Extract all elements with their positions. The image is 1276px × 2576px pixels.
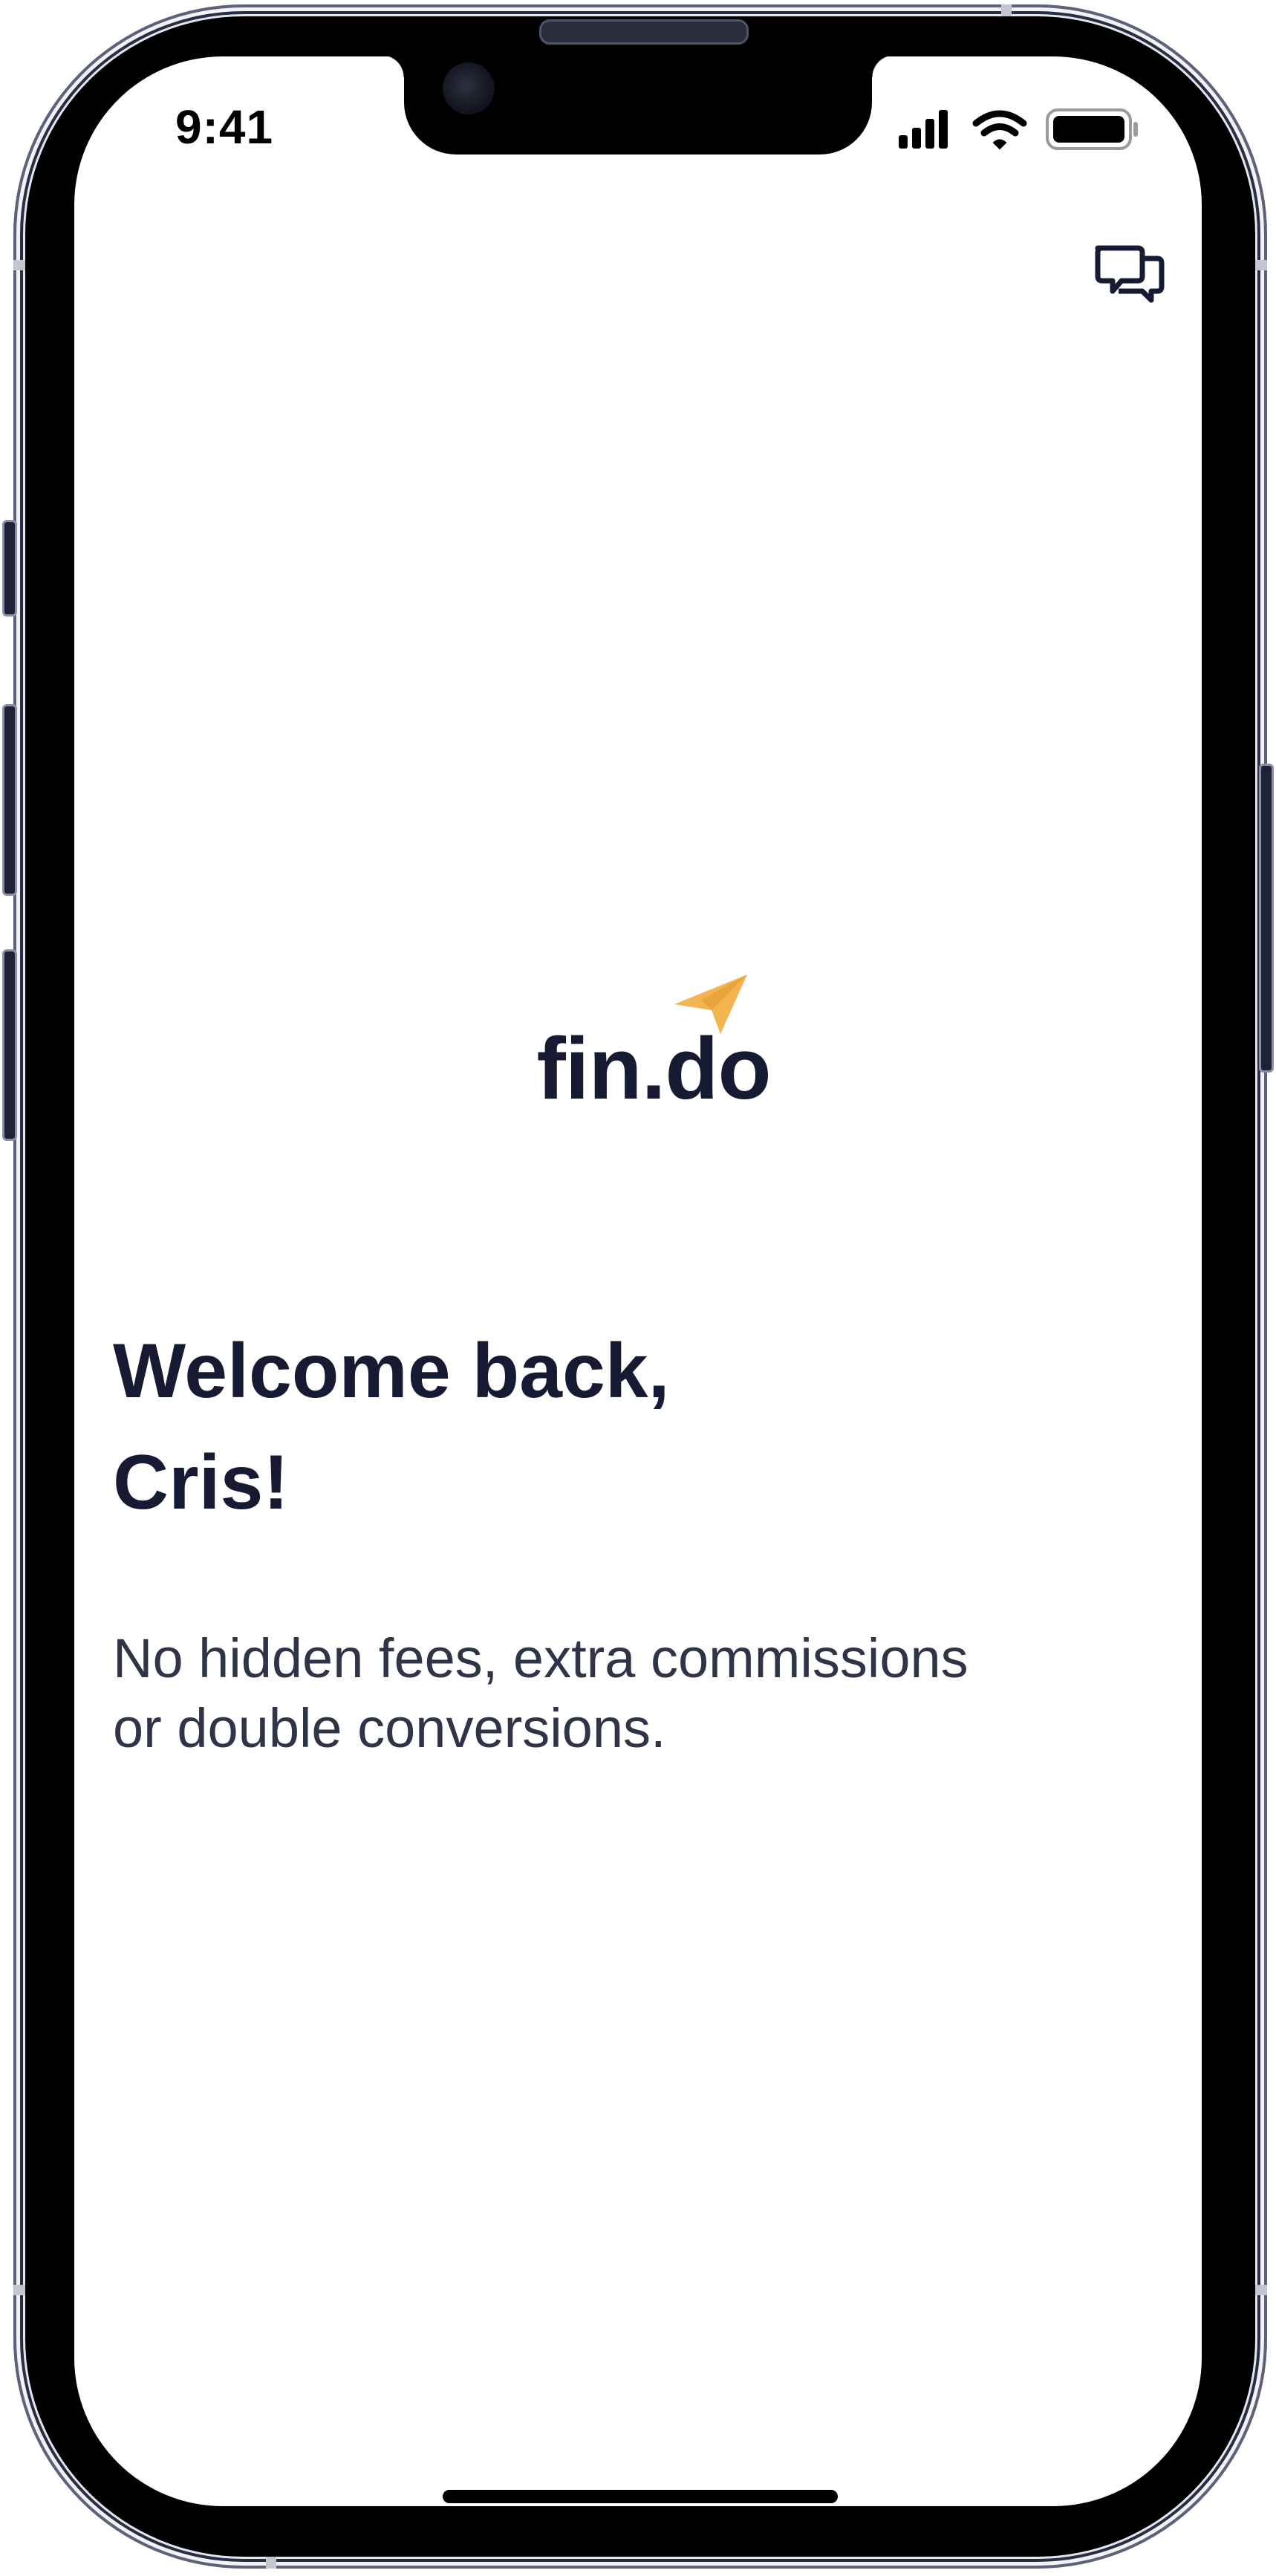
wifi-icon	[972, 110, 1027, 150]
front-camera	[443, 62, 495, 114]
logo-wordmark: fin.do	[536, 1020, 771, 1118]
antenna-band	[1254, 2285, 1267, 2295]
status-time: 9:41	[175, 100, 274, 154]
earpiece-speaker	[539, 19, 749, 45]
app-screen: 9:41 fin.do Welcome back, Cris! No hidde…	[74, 56, 1202, 2506]
app-logo: fin.do	[520, 970, 787, 1119]
home-indicator[interactable]	[443, 2490, 838, 2503]
action-button	[2, 520, 17, 617]
chat-bubbles-icon	[1095, 245, 1165, 303]
volume-up-button	[2, 704, 17, 896]
welcome-title: Welcome back, Cris!	[113, 1315, 1078, 1538]
cellular-signal-icon	[899, 110, 948, 149]
volume-down-button	[2, 949, 17, 1141]
welcome-title-line: Welcome back,	[113, 1328, 670, 1414]
antenna-band	[266, 2555, 276, 2569]
welcome-title-line: Cris!	[113, 1440, 289, 1526]
welcome-subtitle: No hidden fees, extra commissions or dou…	[113, 1624, 1123, 1763]
battery-icon	[1046, 108, 1138, 150]
antenna-band	[1254, 260, 1267, 270]
welcome-subtitle-line: No hidden fees, extra commissions	[113, 1627, 969, 1689]
notch	[382, 56, 894, 155]
chat-button[interactable]	[1092, 241, 1166, 315]
welcome-subtitle-line: or double conversions.	[113, 1697, 666, 1759]
status-icons	[899, 108, 1138, 150]
power-button	[1259, 764, 1274, 1073]
